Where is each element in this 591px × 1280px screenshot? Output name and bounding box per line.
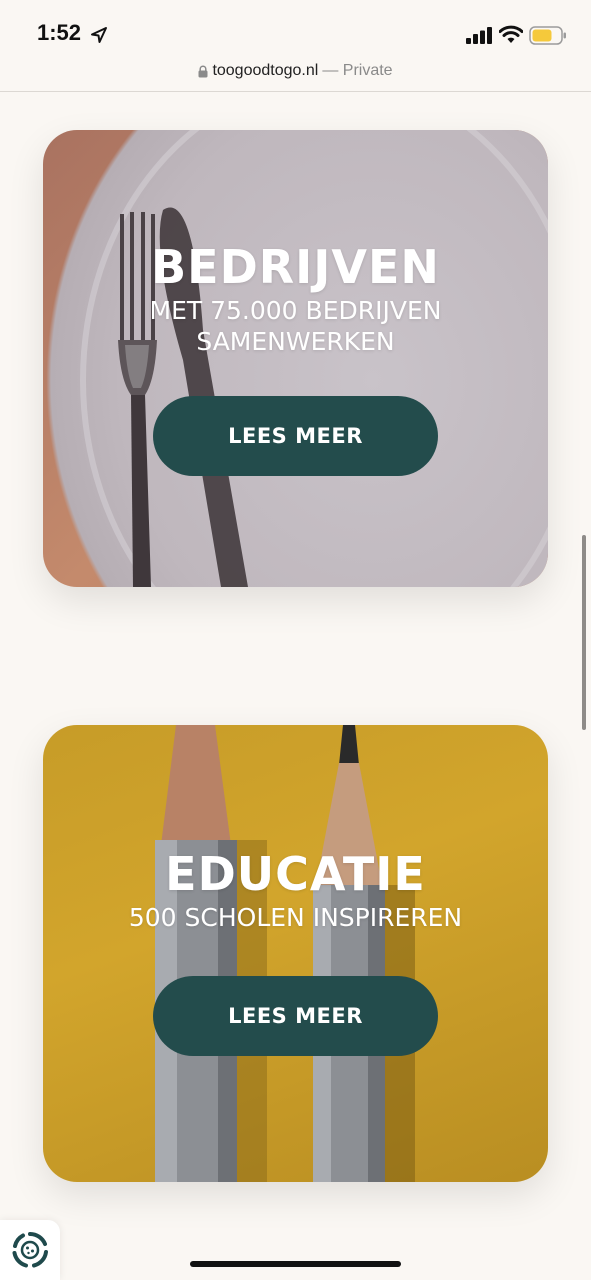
card-text: EDUCATIE 500 SCHOLEN INSPIREREN [43, 847, 548, 932]
card-title: EDUCATIE [165, 847, 426, 901]
lees-meer-educatie-button[interactable]: LEES MEER [153, 976, 438, 1056]
lock-icon [198, 65, 208, 77]
card-text: BEDRIJVEN MET 75.000 BEDRIJVEN SAMENWERK… [43, 240, 548, 356]
educatie-card: EDUCATIE 500 SCHOLEN INSPIREREN LEES MEE… [43, 725, 548, 1182]
battery-icon [529, 26, 566, 45]
two-pencils-image [155, 725, 415, 1182]
wifi-icon [499, 25, 523, 43]
url-bar[interactable]: toogoodtogo.nl — Private [0, 60, 591, 92]
card-subtitle: 500 SCHOLEN INSPIREREN [128, 903, 463, 932]
bedrijven-card: BEDRIJVEN MET 75.000 BEDRIJVEN SAMENWERK… [43, 130, 548, 587]
url-domain: toogoodtogo.nl [212, 62, 319, 79]
card-title: BEDRIJVEN [151, 240, 440, 294]
home-indicator[interactable] [190, 1261, 401, 1267]
status-time: 1:52 [37, 20, 82, 45]
cellular-signal-icon [466, 27, 492, 44]
card-subtitle: SAMENWERKEN [196, 327, 395, 356]
card-subtitle: MET 75.000 BEDRIJVEN [149, 296, 442, 325]
plate-with-fork-image [80, 130, 548, 587]
lees-meer-bedrijven-button[interactable]: LEES MEER [153, 396, 438, 476]
page-scrollbar[interactable] [582, 535, 586, 730]
status-bar: 1:52 [0, 0, 591, 60]
location-arrow-icon [91, 27, 107, 43]
cookie-consent-button[interactable] [0, 1220, 60, 1280]
url-private-label: — Private [322, 62, 393, 79]
cookie-consent-icon [12, 1231, 48, 1268]
